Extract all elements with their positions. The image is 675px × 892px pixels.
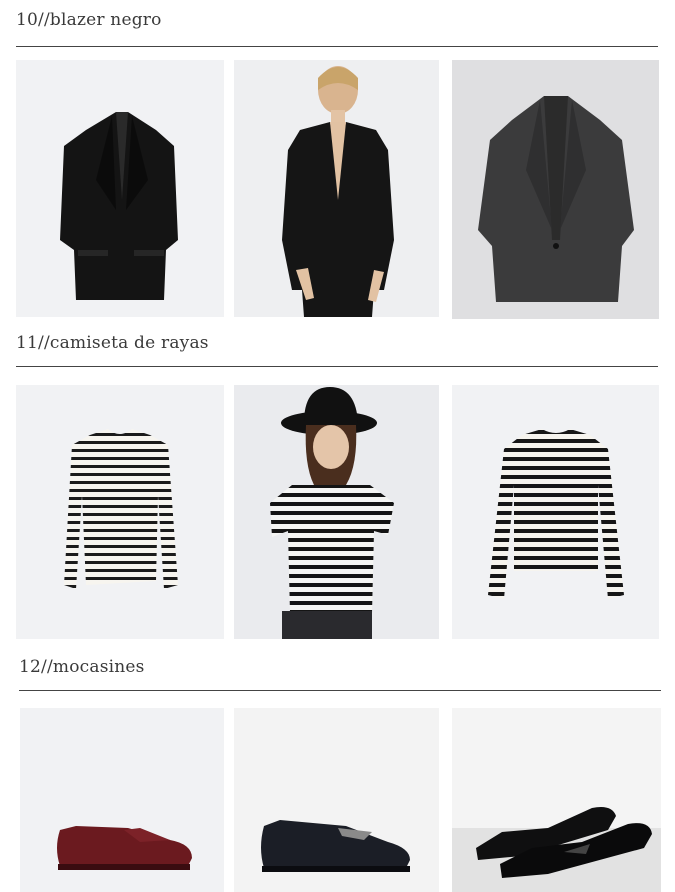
blazer-product-image-1[interactable] [16, 60, 224, 317]
section-divider [16, 366, 658, 367]
burgundy-loafer-illustration [57, 826, 192, 870]
model-tee-illustration [270, 387, 394, 639]
section-divider [16, 46, 658, 47]
blazer-illustration [60, 112, 178, 300]
section-divider [19, 690, 661, 691]
loafer-product-image-2[interactable] [234, 708, 439, 892]
tee-model-image[interactable] [234, 385, 439, 639]
striped-tee-illustration [64, 429, 178, 589]
loafer-product-image-3[interactable] [452, 708, 661, 892]
section-title-blazer: 10//blazer negro [16, 10, 162, 30]
grey-blazer-illustration [478, 96, 634, 302]
striped-tee-flat-illustration [488, 429, 624, 599]
patent-loafers-illustration [452, 807, 661, 892]
model-blazer-illustration [282, 66, 394, 317]
black-loafer-illustration [261, 820, 410, 872]
tee-product-image-2[interactable] [452, 385, 659, 639]
section-title-loafers: 12//mocasines [19, 657, 145, 677]
blazer-model-image[interactable] [234, 60, 439, 317]
loafer-product-image-1[interactable] [20, 708, 224, 892]
tee-product-image-1[interactable] [16, 385, 224, 639]
section-title-striped-tee: 11//camiseta de rayas [16, 333, 209, 353]
blazer-product-image-2[interactable] [452, 60, 659, 319]
